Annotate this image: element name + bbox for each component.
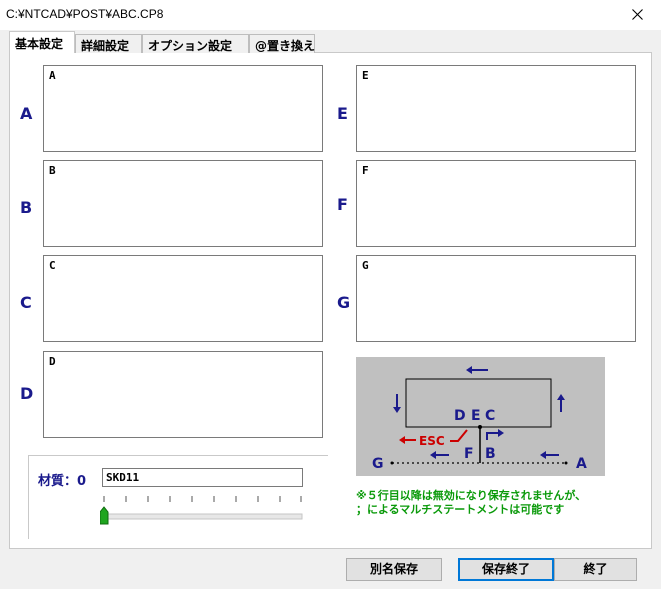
window-title: C:¥NTCAD¥POST¥ABC.CP8 (6, 7, 164, 21)
material-input[interactable]: SKD11 (102, 468, 303, 487)
code-field-c-text: C (49, 259, 56, 272)
code-field-c[interactable]: C (43, 255, 323, 342)
tab-option-settings[interactable]: オプション設定 (142, 34, 249, 53)
code-field-b[interactable]: B (43, 160, 323, 247)
code-field-f[interactable]: F (356, 160, 636, 247)
toolpath-diagram: D E C F B G A ESC (356, 357, 605, 476)
contact-point (478, 425, 482, 429)
end-point-a (564, 461, 568, 465)
note-text: ※５行目以降は無効になり保存されませんが、 ；によるマルチステートメントは可能で… (356, 489, 586, 517)
diagram-label-a: A (576, 456, 587, 472)
slider-track (100, 513, 303, 520)
code-field-a[interactable]: A (43, 65, 323, 152)
note-line-2: ；によるマルチステートメントは可能です (356, 503, 565, 516)
row-label-g: G (337, 293, 351, 312)
code-field-a-text: A (49, 69, 56, 82)
diagram-label-d: D (454, 408, 466, 424)
diagram-label-c: C (485, 408, 495, 424)
title-bar: C:¥NTCAD¥POST¥ABC.CP8 (0, 0, 661, 30)
code-field-g-text: G (362, 259, 369, 272)
code-field-e[interactable]: E (356, 65, 636, 152)
code-field-d[interactable]: D (43, 351, 323, 438)
row-label-b: B (20, 198, 33, 217)
code-field-d-text: D (49, 355, 56, 368)
diagram-label-g: G (372, 456, 384, 472)
exit-button[interactable]: 終了 (554, 558, 637, 581)
slider-ticks (103, 496, 302, 502)
tab-basic-settings[interactable]: 基本設定 (9, 31, 75, 53)
tab-detail-settings[interactable]: 詳細設定 (75, 34, 142, 53)
close-icon (632, 9, 643, 20)
diagram-label-esc: ESC (419, 434, 445, 448)
end-point-g (390, 461, 394, 465)
code-field-f-text: F (362, 164, 369, 177)
slider-thumb[interactable] (100, 506, 109, 525)
save-as-button[interactable]: 別名保存 (346, 558, 442, 581)
code-field-b-text: B (49, 164, 56, 177)
material-label: 材質：0 (38, 474, 87, 489)
note-line-1: ※５行目以降は無効になり保存されませんが、 (356, 489, 587, 502)
row-label-c: C (20, 293, 32, 312)
code-field-e-text: E (362, 69, 369, 82)
diagram-label-b: B (485, 446, 496, 462)
row-label-a: A (20, 104, 33, 123)
row-label-f: F (337, 195, 348, 214)
diagram-label-f: F (464, 446, 474, 462)
row-label-e: E (337, 104, 348, 123)
tab-replace[interactable]: @置き換え (249, 34, 315, 53)
close-button[interactable] (615, 0, 661, 30)
row-label-d: D (20, 384, 34, 403)
save-and-exit-button[interactable]: 保存終了 (458, 558, 554, 581)
code-field-g[interactable]: G (356, 255, 636, 342)
diagram-label-e: E (471, 408, 481, 424)
material-slider[interactable] (100, 495, 305, 530)
